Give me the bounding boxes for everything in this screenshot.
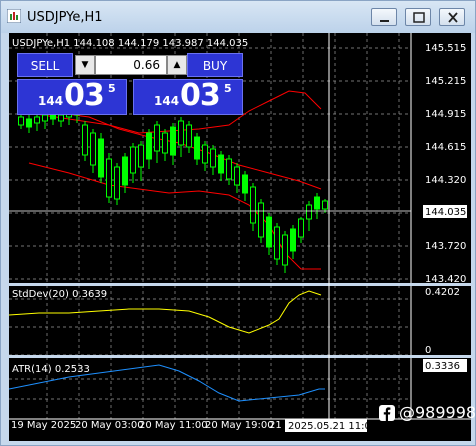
- time-axis: 19 May 2025 20 May 03:00 20 May 11:00 20…: [11, 419, 377, 432]
- minimize-icon: [380, 20, 389, 22]
- candle-body: [234, 166, 240, 186]
- buy-price-prefix: 144: [154, 94, 180, 108]
- candle-body: [226, 158, 232, 180]
- candle-body: [138, 144, 144, 168]
- price-axis: 145.515 145.215 144.915 144.615 144.320 …: [423, 43, 467, 285]
- close-button[interactable]: [439, 8, 465, 26]
- candle-body: [218, 154, 224, 174]
- atr-max-label: 0.3336: [425, 361, 460, 372]
- volume-increase-button[interactable]: ▲: [167, 55, 187, 75]
- candle-body: [98, 138, 104, 178]
- minimize-button[interactable]: [371, 8, 397, 26]
- candle-body: [298, 218, 304, 238]
- candle-body: [34, 116, 40, 124]
- candle-body: [170, 126, 176, 156]
- candle-body: [26, 118, 32, 128]
- window-titlebar[interactable]: USDJPYe,H1: [1, 1, 475, 33]
- candle-body: [242, 174, 248, 194]
- candle-body: [250, 186, 256, 224]
- sell-price-quote[interactable]: 144 03 5: [17, 78, 127, 115]
- time-tick: 20 May 11:00: [139, 420, 208, 431]
- stddev-max-label: 0.4202: [425, 287, 460, 298]
- candle-body: [194, 136, 200, 160]
- time-tick: 19 May 2025: [11, 420, 76, 431]
- sell-price-fraction: 5: [108, 82, 116, 95]
- candle-body: [178, 120, 184, 146]
- price-tick: 143.720: [425, 241, 466, 252]
- candle-body: [114, 166, 120, 200]
- buy-button[interactable]: BUY: [187, 53, 243, 77]
- sell-button[interactable]: SELL: [17, 53, 73, 77]
- candle-body: [18, 116, 24, 126]
- price-tick: 144.915: [425, 109, 466, 120]
- candle-body: [322, 200, 328, 210]
- sell-price-pips: 03: [64, 78, 105, 113]
- candle-body: [290, 228, 296, 252]
- close-icon: [448, 12, 458, 23]
- price-tick: 144.320: [425, 175, 466, 186]
- chart-area[interactable]: USDJPYe,H1 144.108 144.179 143.987 144.0…: [8, 33, 471, 441]
- candle-body: [266, 216, 272, 248]
- crosshair-time-label: 2025.05.21 11:00: [288, 421, 377, 432]
- restore-icon: [413, 12, 425, 23]
- candle-body: [162, 132, 168, 154]
- sell-price-prefix: 144: [38, 94, 64, 108]
- candle-body: [122, 156, 128, 186]
- price-tick: 143.420: [425, 274, 466, 285]
- price-tick: 144.615: [425, 142, 466, 153]
- chevron-up-icon: ▲: [173, 60, 181, 70]
- time-tick: 20 May 03:00: [75, 420, 144, 431]
- one-click-trading-panel: SELL ▼ 0.66 ▲ BUY 144 03 5 144 03 5: [17, 53, 243, 117]
- candle-body: [314, 196, 320, 210]
- chart-app-icon: [7, 9, 21, 23]
- candle-body: [306, 204, 312, 220]
- panel-separator: [9, 283, 471, 286]
- candle-body: [106, 158, 112, 198]
- candle-body: [90, 132, 96, 166]
- stddev-min-label: 0: [425, 345, 431, 356]
- candle-body: [282, 234, 288, 266]
- volume-decrease-button[interactable]: ▼: [75, 55, 95, 75]
- candle-body: [274, 226, 280, 260]
- price-tick: 145.215: [425, 76, 466, 87]
- candle-body: [186, 124, 192, 148]
- candle-body: [202, 144, 208, 164]
- stddev-indicator-label: StdDev(20) 0.3639: [12, 289, 107, 300]
- candle-body: [210, 148, 216, 168]
- panel-separator: [9, 355, 471, 358]
- maximize-button[interactable]: [405, 8, 431, 26]
- buy-price-quote[interactable]: 144 03 5: [133, 78, 243, 115]
- symbol-ohlc-header: USDJPYe,H1 144.108 144.179 143.987 144.0…: [12, 38, 248, 49]
- price-tick: 145.515: [425, 43, 466, 54]
- candle-body: [130, 146, 136, 174]
- chart-window: USDJPYe,H1 USDJPYe,H1 144.108 144.179 14…: [0, 0, 476, 446]
- atr-indicator-label: ATR(14) 0.2533: [12, 364, 90, 375]
- candle-body: [258, 202, 264, 238]
- time-tick: 20 May 19:00: [205, 420, 274, 431]
- candle-body: [146, 132, 152, 160]
- chevron-down-icon: ▼: [81, 60, 89, 70]
- facebook-icon: [379, 405, 395, 421]
- candle-body: [82, 124, 88, 156]
- candle-body: [154, 124, 160, 152]
- buy-price-pips: 03: [180, 78, 221, 113]
- watermark-handle: @989998: [399, 403, 476, 422]
- candlesticks: [18, 103, 328, 273]
- window-title: USDJPYe,H1: [27, 10, 103, 25]
- volume-input[interactable]: 0.66: [95, 55, 167, 75]
- buy-price-fraction: 5: [224, 82, 232, 95]
- current-price-label: 144.035: [425, 207, 466, 218]
